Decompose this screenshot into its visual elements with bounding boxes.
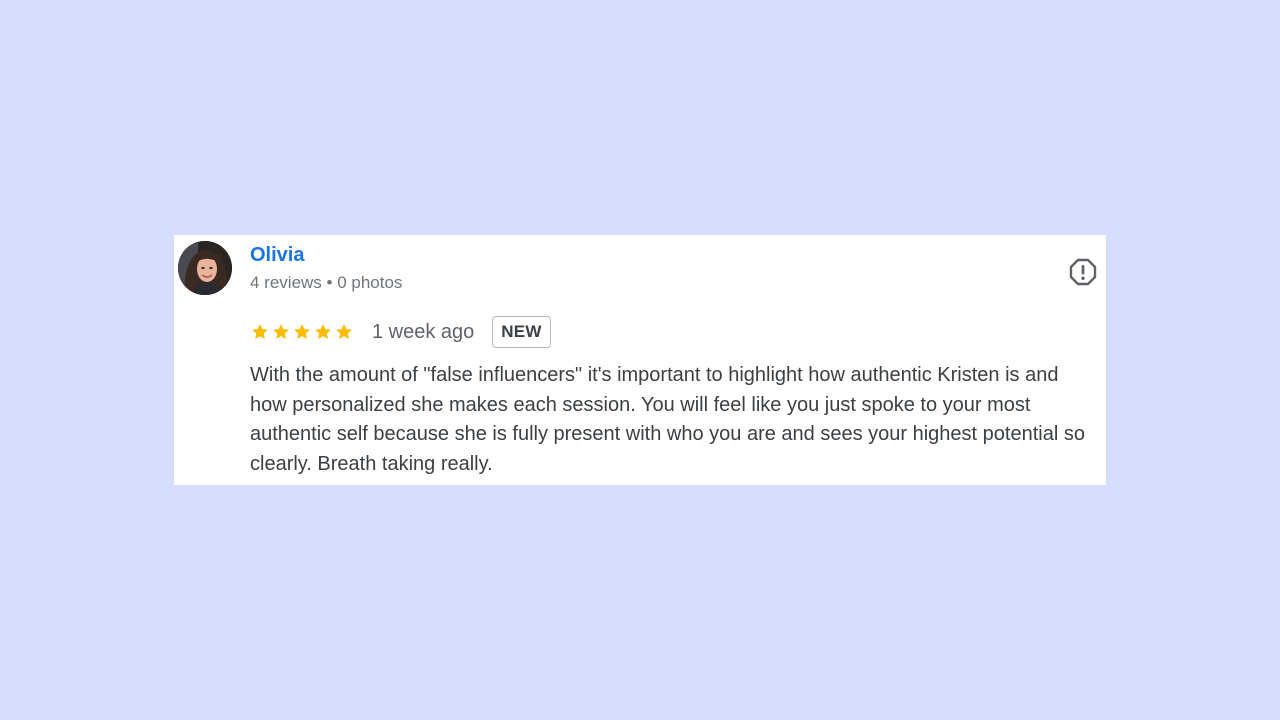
- star-icon: [294, 324, 310, 339]
- report-review-button[interactable]: [1068, 257, 1098, 287]
- review-card: Olivia 4 reviews • 0 photos 1 week ago N…: [174, 235, 1106, 485]
- star-icon: [336, 324, 352, 339]
- star-icon: [273, 324, 289, 339]
- reviewer-stats: 4 reviews • 0 photos: [250, 273, 403, 292]
- report-flag-icon: [1069, 258, 1097, 286]
- star-rating: [250, 322, 354, 342]
- review-text: With the amount of "false influencers" i…: [250, 364, 1085, 475]
- review-time: 1 week ago: [372, 321, 475, 343]
- avatar-image: [178, 241, 232, 295]
- new-badge: NEW: [492, 316, 551, 348]
- avatar[interactable]: [178, 241, 232, 295]
- rating-row: 1 week ago NEW: [250, 315, 551, 349]
- star-icon: [315, 324, 331, 339]
- reviewer-name[interactable]: Olivia: [250, 243, 304, 267]
- star-icon: [252, 324, 268, 339]
